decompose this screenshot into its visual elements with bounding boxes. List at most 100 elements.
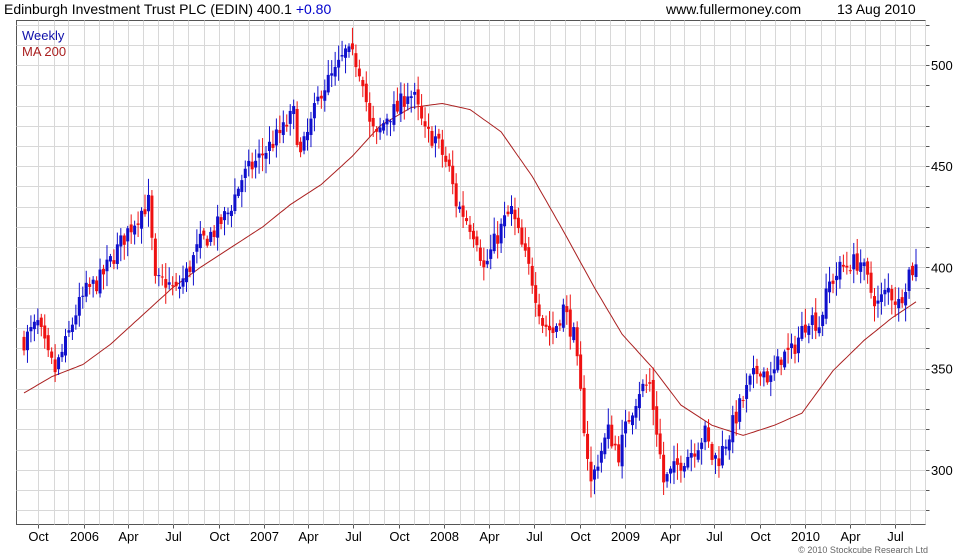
price-bar [620,434,624,467]
price-bar [834,275,838,281]
price-bar [236,188,240,196]
x-tick-label: Apr [840,529,861,544]
price-bar [136,223,140,225]
price-bar [22,336,26,351]
price-bar [554,326,558,332]
price-bar [191,255,195,273]
price-bar [904,291,908,306]
price-bar [388,121,392,123]
y-tick-label: 500 [931,58,953,73]
price-bar [841,264,845,267]
price-bar [828,281,832,293]
price-bar [592,469,596,480]
price-bar [223,211,227,221]
price-bar [181,278,185,287]
price-bar [696,450,700,460]
price-bar [641,383,645,392]
price-bar [157,275,161,277]
price-bar [440,139,444,155]
price-bar [257,153,261,158]
price-bar [264,152,268,159]
x-tick-label: Oct [570,529,591,544]
price-bar [395,100,399,112]
price-bar [485,260,489,265]
price-bar [119,235,123,247]
price-bar [686,456,690,468]
price-bar [409,96,413,99]
price-bar [582,387,586,434]
price-bar [274,129,278,146]
price-bar [509,206,513,215]
price-bar [883,289,887,295]
price-bar [911,265,915,276]
price-bar [537,304,541,317]
price-bar [102,268,106,275]
price-bar [831,280,835,284]
price-bar [357,68,361,77]
price-bar [752,368,756,375]
price-bar [184,268,188,283]
price-bar [63,336,67,356]
price-bar [579,354,583,389]
price-bar [150,195,154,238]
price-bar [586,433,590,459]
price-bar [240,180,244,193]
price-bar [98,269,102,294]
price-bar [171,285,175,287]
price-bar [60,351,64,358]
price-bar [323,90,327,101]
price-bar [188,266,192,272]
price-bar [461,205,465,217]
price-bar [126,228,130,242]
y-tick-label: 350 [931,362,953,377]
price-bar [613,443,617,446]
x-tick-label: Jul [887,529,904,544]
price-bar [810,315,814,326]
price-bar [312,103,316,119]
price-bar [70,324,74,332]
price-bar [306,131,310,141]
x-tick-label: 2010 [791,529,820,544]
price-bar [665,474,669,482]
price-bar [350,43,354,50]
price-bar [465,218,469,222]
price-bar [713,455,717,459]
price-bar [36,320,40,326]
x-tick-label: 2009 [611,529,640,544]
price-bar [25,331,29,351]
price-bar [866,261,870,275]
price-bar [475,236,479,246]
price-bar [807,325,811,335]
price-bar [779,359,783,365]
price-bar [492,233,496,252]
price-bar [368,103,372,122]
price-bar [247,160,251,167]
price-bar [845,265,849,268]
x-tick-label: 2007 [250,529,279,544]
price-bar [67,330,71,333]
price-bar [81,295,85,297]
price-bar [375,129,379,132]
price-bar [402,96,406,107]
price-bar [548,325,552,331]
price-bar [745,385,749,399]
price-bar [344,48,348,58]
price-bar [530,265,534,286]
x-tick-label: Oct [28,529,49,544]
price-bar [164,279,168,288]
price-bar [817,327,821,334]
x-tick-label: Oct [750,529,771,544]
price-bar [43,325,47,339]
price-bar [561,304,565,328]
price-bar [212,230,216,238]
price-bar [700,442,704,449]
price-bar [454,183,458,207]
price-bar [451,165,455,185]
price-bar [423,121,427,127]
price-bar [720,445,724,466]
price-bar [250,161,254,170]
copyright: © 2010 Stockcube Research Ltd [798,545,928,555]
price-bar [758,373,762,377]
price-bar [689,453,693,458]
price-bar [651,379,655,410]
